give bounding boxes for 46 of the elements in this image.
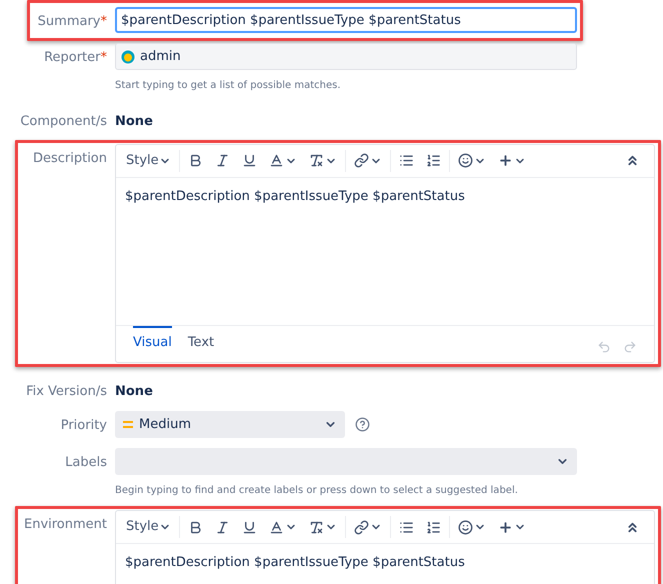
bullet-list-icon[interactable] (398, 153, 414, 168)
italic-icon[interactable] (214, 153, 230, 168)
field-label: Priority (60, 418, 107, 433)
field-label: Fix Version/s (26, 384, 107, 398)
required-mark: * (100, 14, 107, 29)
editor-tab[interactable]: Visual (133, 326, 172, 354)
link-icon[interactable] (354, 520, 369, 534)
field-label: Component/s (20, 114, 107, 129)
field-hint: Start typing to get a list of possible matches. (115, 79, 342, 93)
underline-icon[interactable] (242, 153, 257, 168)
field-value: None (115, 382, 153, 400)
rich-text-editor[interactable]: Style $parentDescription $parentIssueType $parentStatus (115, 510, 655, 584)
required-mark: * (100, 50, 107, 65)
field-label: Reporter (44, 50, 100, 65)
style-dropdown[interactable]: Style (120, 150, 177, 170)
text-color-icon[interactable] (268, 520, 284, 534)
plus-icon[interactable] (498, 153, 513, 168)
link-icon[interactable] (354, 153, 369, 168)
field-label: Environment (24, 517, 107, 532)
priority-select[interactable]: Medium (115, 411, 345, 438)
text-color-icon[interactable] (268, 153, 284, 168)
emoji-icon[interactable] (458, 520, 473, 534)
priority-medium-icon (123, 420, 133, 428)
summary-input[interactable]: $parentDescription $parentIssueType $parentStatus (115, 7, 577, 33)
field-hint: Begin typing to find and create labels or press down to select a suggested label. (115, 484, 519, 498)
emoji-icon[interactable] (458, 153, 473, 168)
clear-formatting-icon[interactable] (308, 520, 324, 534)
field-label: Summary (38, 14, 100, 29)
avatar-icon (121, 50, 135, 64)
field-label: Description (32, 150, 107, 166)
reporter-field[interactable]: admin (115, 43, 577, 70)
plus-icon[interactable] (498, 520, 513, 534)
editor-text: $parentDescription $parentIssueType $parentStatus (125, 188, 465, 204)
italic-icon[interactable] (214, 520, 230, 534)
help-icon[interactable] (355, 417, 370, 432)
underline-icon[interactable] (242, 520, 257, 534)
numbered-list-icon[interactable] (426, 153, 441, 168)
editor-text: $parentDescription $parentIssueType $parentStatus (125, 555, 465, 570)
clear-formatting-icon[interactable] (308, 153, 324, 168)
editor-tab[interactable]: Text (188, 326, 214, 354)
bullet-list-icon[interactable] (398, 520, 414, 534)
numbered-list-icon[interactable] (426, 520, 441, 534)
style-dropdown[interactable]: Style (120, 517, 177, 537)
field-value: None (115, 113, 153, 131)
field-label: Labels (65, 455, 107, 470)
rich-text-editor[interactable]: Style $parentDescription $parentIssueType $parentStatus Visual Text (115, 144, 655, 362)
